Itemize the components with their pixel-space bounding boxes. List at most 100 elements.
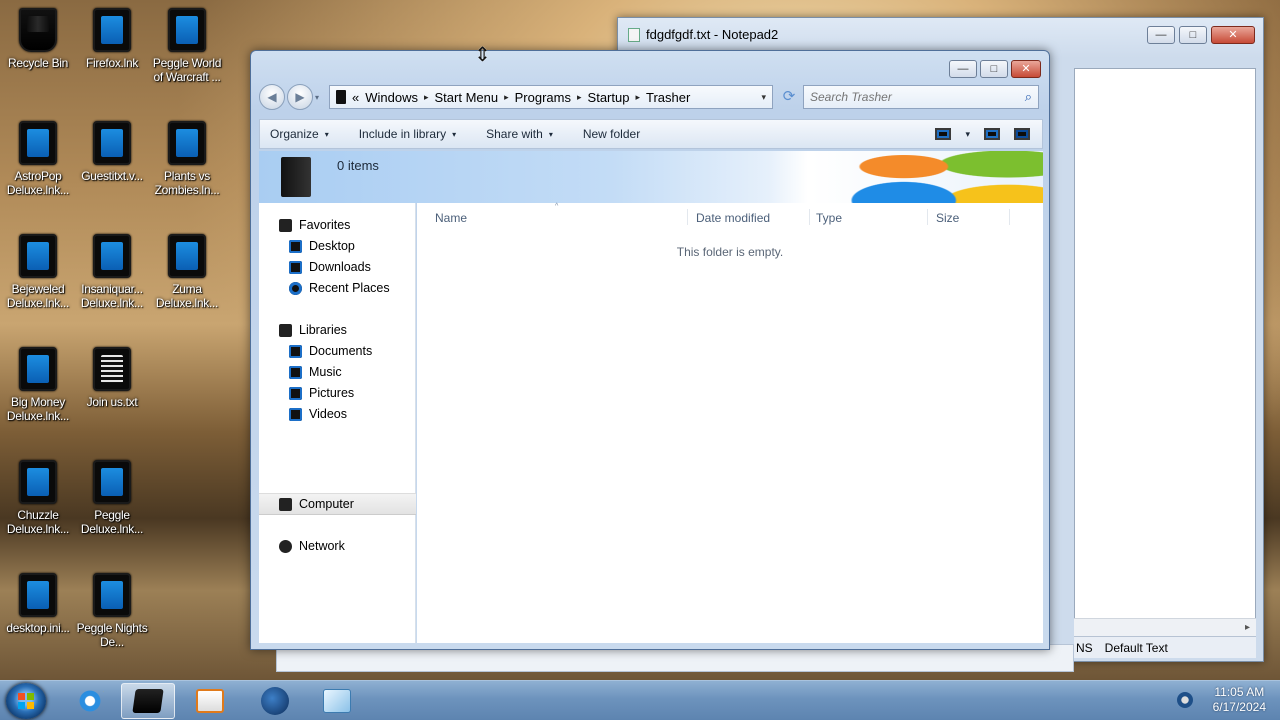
resize-cursor-icon: ⇕ bbox=[474, 44, 491, 66]
column-header-name[interactable]: Name bbox=[435, 211, 467, 225]
address-history-dropdown[interactable]: ▾ bbox=[761, 92, 766, 103]
desktop-icon bbox=[289, 239, 302, 253]
music-icon bbox=[289, 365, 302, 379]
nav-desktop[interactable]: Desktop bbox=[289, 236, 355, 256]
desktop-icon-peggle-nights[interactable]: Peggle Nights De... bbox=[74, 573, 150, 649]
nav-label: Libraries bbox=[299, 323, 347, 337]
desktop-icon-peggle-wow[interactable]: Peggle World of Warcraft ... bbox=[149, 8, 225, 84]
column-header-size[interactable]: Size bbox=[936, 211, 959, 225]
nav-favorites[interactable]: Favorites bbox=[279, 215, 350, 235]
share-with-label: Share with bbox=[486, 127, 543, 141]
nav-computer[interactable]: Computer bbox=[279, 494, 354, 514]
desktop-icon-big-money[interactable]: Big Money Deluxe.lnk... bbox=[0, 347, 76, 423]
desktop-icon-label: Chuzzle Deluxe.lnk... bbox=[6, 508, 70, 536]
status-scheme[interactable]: Default Text bbox=[1105, 641, 1168, 655]
view-options-dropdown[interactable]: ▾ bbox=[965, 129, 970, 140]
windows-explorer-icon bbox=[132, 689, 164, 713]
close-button[interactable]: ✕ bbox=[1011, 60, 1041, 78]
help-icon[interactable] bbox=[1014, 128, 1030, 140]
start-button[interactable] bbox=[6, 683, 46, 719]
desktop-icon-plants-vs-zombies[interactable]: Plants vs Zombies.ln... bbox=[149, 121, 225, 197]
search-input[interactable] bbox=[810, 90, 1025, 104]
desktop-icon-join-us[interactable]: Join us.txt bbox=[74, 347, 150, 409]
breadcrumb-separator[interactable]: ▸ bbox=[504, 92, 509, 103]
column-divider[interactable] bbox=[687, 209, 688, 225]
breadcrumb-separator[interactable]: ▸ bbox=[577, 92, 582, 103]
notepad-editor[interactable] bbox=[1074, 68, 1256, 638]
nav-videos[interactable]: Videos bbox=[289, 404, 347, 424]
folder-icon bbox=[336, 90, 346, 104]
notepad-minimize-button[interactable]: — bbox=[1147, 26, 1175, 44]
shortcut-icon bbox=[19, 234, 57, 278]
forward-button[interactable]: ▶ bbox=[287, 84, 313, 110]
desktop-icon-desktop-ini[interactable]: desktop.ini... bbox=[0, 573, 76, 635]
nav-documents[interactable]: Documents bbox=[289, 341, 372, 361]
back-button[interactable]: ◀ bbox=[259, 84, 285, 110]
breadcrumb-separator[interactable]: ▸ bbox=[424, 92, 429, 103]
minimize-button[interactable]: — bbox=[949, 60, 977, 78]
file-list[interactable]: ^ Name Date modified Type Size This fold… bbox=[417, 203, 1043, 643]
breadcrumb-windows[interactable]: Windows bbox=[365, 90, 418, 105]
preview-pane-icon[interactable] bbox=[984, 128, 1000, 140]
organize-button[interactable]: Organize ▾ bbox=[270, 127, 329, 141]
navigation-pane: Favorites Desktop Downloads Recent Place… bbox=[259, 203, 416, 643]
clock[interactable]: 11:05 AM 6/17/2024 bbox=[1213, 685, 1266, 715]
taskbar-globe-app[interactable] bbox=[248, 683, 302, 719]
column-divider[interactable] bbox=[927, 209, 928, 225]
nav-downloads[interactable]: Downloads bbox=[289, 257, 371, 277]
nav-network[interactable]: Network bbox=[279, 536, 345, 556]
search-box[interactable]: ⌕ bbox=[803, 85, 1039, 109]
taskbar-internet-explorer[interactable] bbox=[63, 683, 117, 719]
desktop-icon-firefox[interactable]: Firefox.lnk bbox=[74, 8, 150, 70]
desktop-icon-peggle[interactable]: Peggle Deluxe.lnk... bbox=[74, 460, 150, 536]
notepad-titlebar[interactable]: fdgdfgdf.txt - Notepad2 bbox=[628, 27, 778, 42]
navigation-bar: ◀ ▶ ▾ « Windows ▸ Start Menu ▸ Programs … bbox=[259, 81, 1043, 113]
explorer-window[interactable]: — □ ✕ ◀ ▶ ▾ « Windows ▸ Start Menu ▸ Pro… bbox=[250, 50, 1050, 650]
desktop-icon-chuzzle[interactable]: Chuzzle Deluxe.lnk... bbox=[0, 460, 76, 536]
column-header-date-modified[interactable]: Date modified bbox=[696, 211, 770, 225]
network-status-icon[interactable] bbox=[1176, 692, 1193, 708]
nav-label: Recent Places bbox=[309, 281, 390, 295]
nav-label: Videos bbox=[309, 407, 347, 421]
taskbar-windows-explorer[interactable] bbox=[121, 683, 175, 719]
share-with-button[interactable]: Share with ▾ bbox=[486, 127, 553, 141]
nav-recent-places[interactable]: Recent Places bbox=[289, 278, 390, 298]
empty-folder-message: This folder is empty. bbox=[676, 245, 784, 259]
breadcrumb-overflow[interactable]: « bbox=[352, 90, 359, 105]
new-folder-button[interactable]: New folder bbox=[583, 127, 640, 141]
desktop-icon-bejeweled[interactable]: Bejeweled Deluxe.lnk... bbox=[0, 234, 76, 310]
desktop-icon-astropop[interactable]: AstroPop Deluxe.lnk... bbox=[0, 121, 76, 197]
recent-pages-dropdown[interactable]: ▾ bbox=[315, 93, 325, 102]
nav-pictures[interactable]: Pictures bbox=[289, 383, 354, 403]
breadcrumb-programs[interactable]: Programs bbox=[515, 90, 571, 105]
taskbar-media-player[interactable] bbox=[183, 683, 237, 719]
notepad-close-button[interactable]: ✕ bbox=[1211, 26, 1255, 44]
libraries-icon bbox=[279, 323, 292, 337]
column-divider[interactable] bbox=[1009, 209, 1010, 225]
nav-music[interactable]: Music bbox=[289, 362, 342, 382]
address-bar[interactable]: « Windows ▸ Start Menu ▸ Programs ▸ Star… bbox=[329, 85, 773, 109]
change-view-icon[interactable] bbox=[935, 128, 952, 140]
column-header-type[interactable]: Type bbox=[816, 211, 842, 225]
maximize-button[interactable]: □ bbox=[980, 60, 1008, 78]
chevron-down-icon: ▾ bbox=[452, 129, 457, 139]
breadcrumb-startup[interactable]: Startup bbox=[588, 90, 630, 105]
desktop-icon-recycle-bin[interactable]: Recycle Bin bbox=[0, 8, 76, 70]
taskbar-notepad2[interactable] bbox=[310, 683, 364, 719]
search-icon[interactable]: ⌕ bbox=[1025, 89, 1032, 105]
notepad-maximize-button[interactable]: □ bbox=[1179, 26, 1207, 44]
breadcrumb-separator[interactable]: ▸ bbox=[635, 92, 640, 103]
include-in-library-button[interactable]: Include in library ▾ bbox=[359, 127, 456, 141]
breadcrumb-start-menu[interactable]: Start Menu bbox=[435, 90, 499, 105]
nav-libraries[interactable]: Libraries bbox=[279, 320, 347, 340]
scroll-right-icon[interactable]: ▸ bbox=[1245, 622, 1250, 633]
notepad-horizontal-scrollbar[interactable]: ▸ bbox=[1074, 618, 1256, 636]
desktop-icon-guestitxt[interactable]: Guestitxt.v... bbox=[74, 121, 150, 183]
breadcrumb-trasher[interactable]: Trasher bbox=[646, 90, 690, 105]
desktop-icon-insaniquarium[interactable]: Insaniquar... Deluxe.lnk... bbox=[74, 234, 150, 310]
desktop-icon-zuma[interactable]: Zuma Deluxe.lnk... bbox=[149, 234, 225, 310]
details-header: 0 items bbox=[259, 151, 1043, 203]
column-divider[interactable] bbox=[809, 209, 810, 225]
refresh-button[interactable]: ⟳ bbox=[777, 85, 801, 109]
nav-label: Computer bbox=[299, 497, 354, 511]
